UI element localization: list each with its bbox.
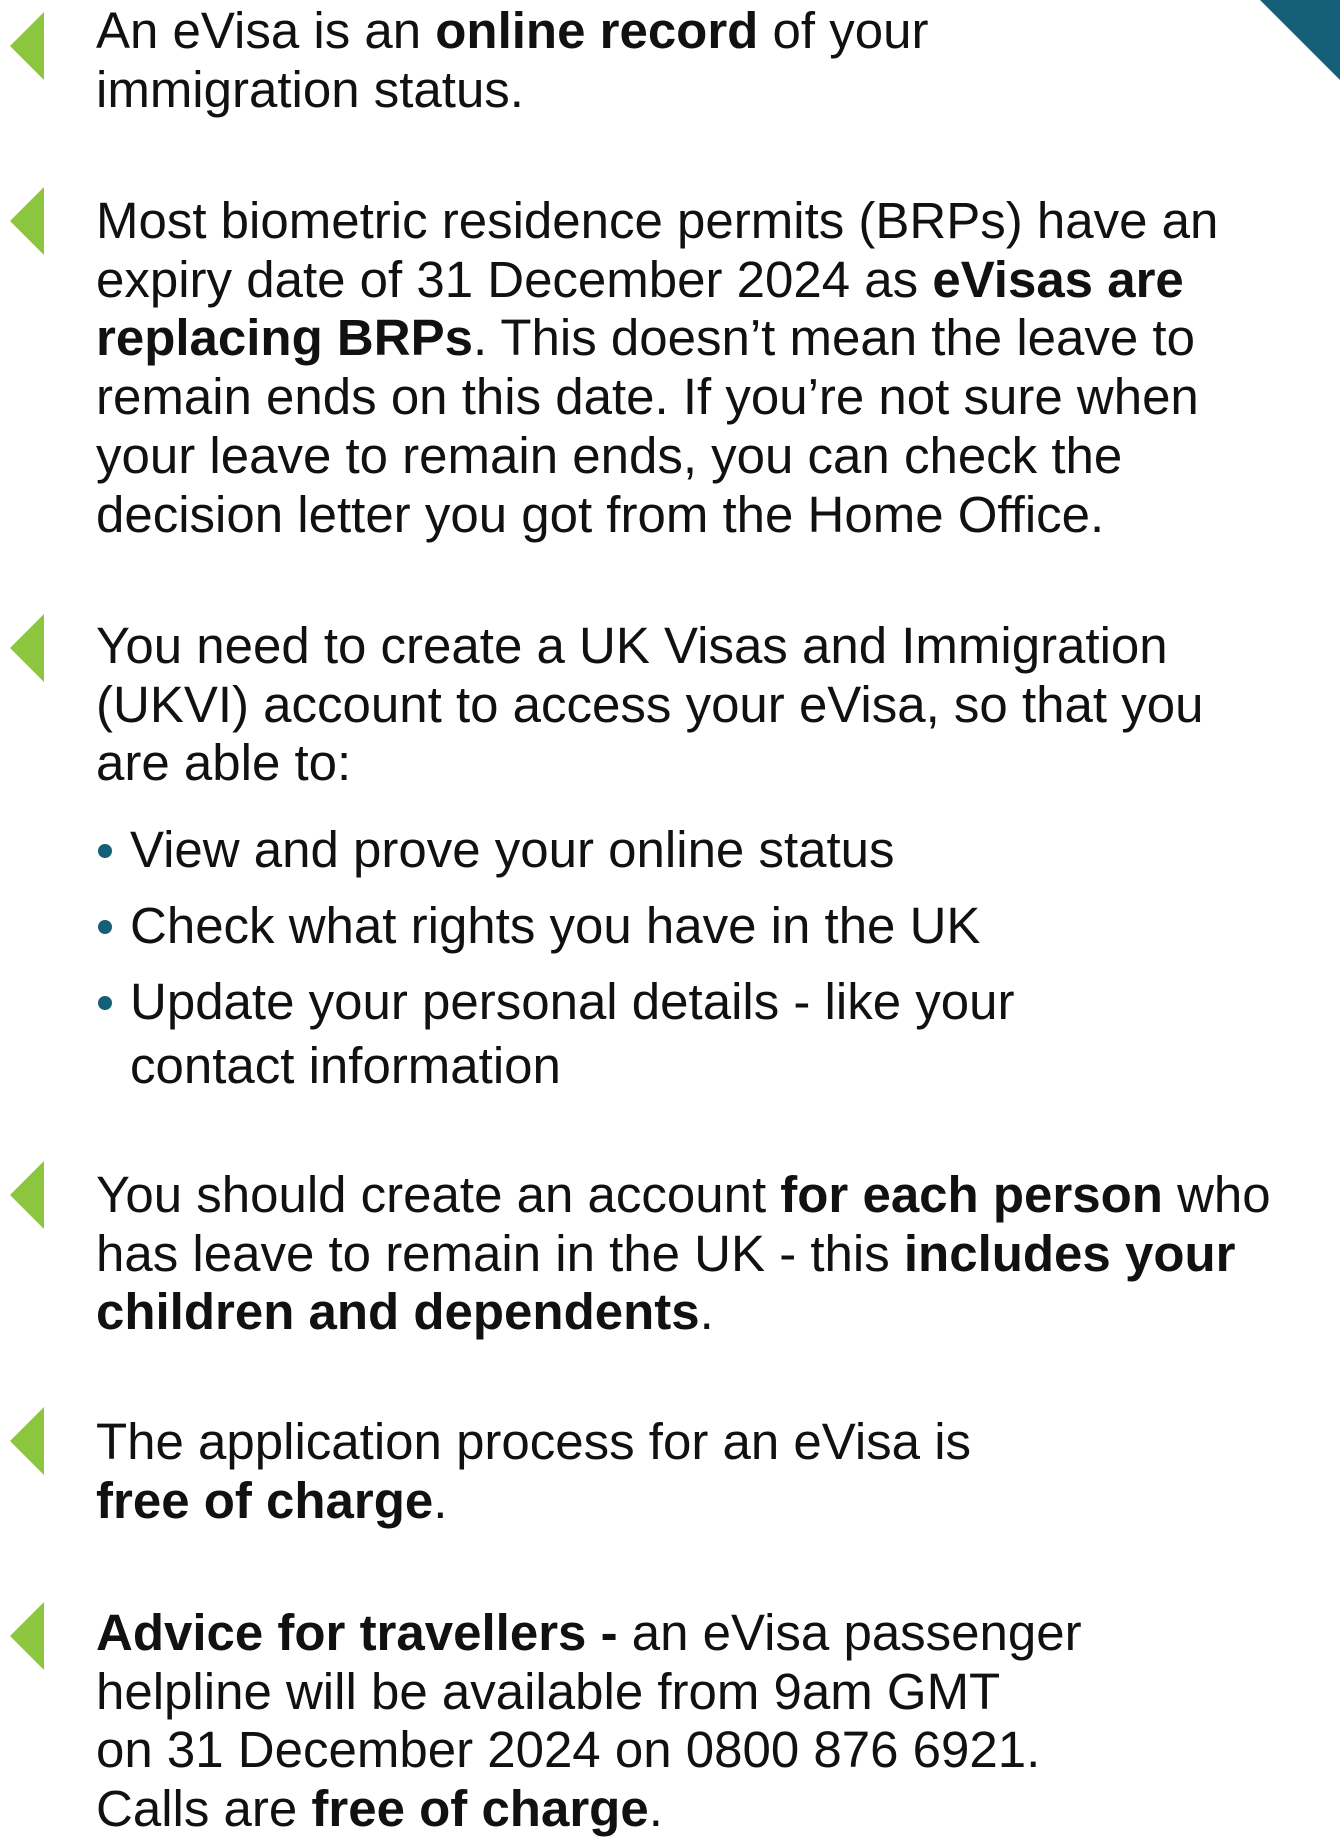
text-line: children and dependents. (96, 1283, 1336, 1342)
text-run: who (1162, 1166, 1271, 1223)
text-line: The application process for an eVisa is (96, 1413, 1336, 1472)
bold-text: includes your (903, 1224, 1236, 1282)
bold-text: children and dependents (96, 1283, 700, 1341)
text-run: The application process for an eVisa is (96, 1413, 972, 1470)
text-line: free of charge. (96, 1472, 1336, 1531)
text-run: An eVisa is an (96, 2, 436, 59)
text-run: Calls are (96, 1780, 312, 1838)
text-run: . This doesn’t mean the leave to (472, 309, 1195, 367)
text-run: on 31 December 2024 on 0800 876 6921. (96, 1721, 1041, 1779)
text-run: expiry date of 31 December 2024 as (96, 250, 933, 308)
text-run: has leave to remain in the UK - this (96, 1224, 904, 1282)
text-run: decision letter you got from the Home Of… (96, 485, 1105, 543)
bold-text: online record (435, 2, 759, 59)
text-line: You need to create a UK Visas and Immigr… (96, 617, 1336, 676)
text-line: immigration status. (96, 61, 1336, 120)
section-text: An eVisa is an online record of your immi… (96, 2, 1336, 119)
bold-text: Advice for travellers - (96, 1604, 632, 1661)
bold-text: for each person (780, 1166, 1163, 1223)
text-line: are able to: (96, 734, 1336, 793)
text-line: Calls are free of charge. (96, 1780, 1336, 1839)
text-line: on 31 December 2024 on 0800 876 6921. (96, 1721, 1336, 1780)
ability-list: View and prove your online status Check … (96, 818, 1096, 1110)
section-text: You need to create a UK Visas and Immigr… (96, 617, 1336, 793)
section-text: Advice for travellers - an eVisa passeng… (96, 1604, 1336, 1839)
text-run: . (433, 1471, 448, 1529)
green-arrow-icon (10, 614, 44, 682)
green-arrow-icon (10, 1602, 44, 1670)
text-run: (UKVI) account to access your eVisa, so … (96, 675, 1204, 733)
text-run: . (648, 1780, 663, 1838)
text-run: immigration status. (96, 60, 524, 118)
text-line: Most biometric residence permits (BRPs) … (96, 192, 1336, 251)
text-line: decision letter you got from the Home Of… (96, 486, 1336, 545)
text-run: remain ends on this date. If you’re not … (96, 368, 1199, 426)
green-arrow-icon (10, 1407, 44, 1475)
text-line: (UKVI) account to access your eVisa, so … (96, 676, 1336, 735)
bold-text: eVisas are (932, 250, 1184, 308)
text-line: An eVisa is an online record of your (96, 2, 1336, 61)
text-line: your leave to remain ends, you can check… (96, 427, 1336, 486)
text-line: has leave to remain in the UK - this inc… (96, 1225, 1336, 1284)
bold-text: free of charge (96, 1471, 434, 1529)
green-arrow-icon (10, 187, 44, 255)
text-line: remain ends on this date. If you’re not … (96, 368, 1336, 427)
green-arrow-icon (10, 1161, 44, 1229)
text-run: You need to create a UK Visas and Immigr… (96, 617, 1168, 674)
text-run: your leave to remain ends, you can check… (96, 426, 1123, 484)
text-line: replacing BRPs. This doesn’t mean the le… (96, 309, 1336, 368)
text-run: helpline will be available from 9am GMT (96, 1662, 1001, 1720)
text-line: expiry date of 31 December 2024 as eVisa… (96, 251, 1336, 310)
text-line: helpline will be available from 9am GMT (96, 1663, 1336, 1722)
bold-text: free of charge (311, 1780, 649, 1838)
text-run: an eVisa passenger (631, 1604, 1082, 1661)
text-run: are able to: (96, 734, 352, 792)
text-line: Advice for travellers - an eVisa passeng… (96, 1604, 1336, 1663)
bold-text: replacing BRPs (96, 309, 473, 367)
text-run: You should create an account (96, 1166, 781, 1223)
text-run: of your (758, 2, 929, 59)
text-line: You should create an account for each pe… (96, 1166, 1336, 1225)
list-item: Check what rights you have in the UK (96, 894, 1096, 958)
green-arrow-icon (10, 12, 44, 80)
list-item: View and prove your online status (96, 818, 1096, 882)
section-text: Most biometric residence permits (BRPs) … (96, 192, 1336, 544)
text-run: . (699, 1283, 714, 1341)
list-item: Update your personal details - like your… (96, 970, 1096, 1098)
section-text: You should create an account for each pe… (96, 1166, 1336, 1342)
text-run: Most biometric residence permits (BRPs) … (96, 192, 1219, 249)
section-text: The application process for an eVisa is f… (96, 1413, 1336, 1530)
